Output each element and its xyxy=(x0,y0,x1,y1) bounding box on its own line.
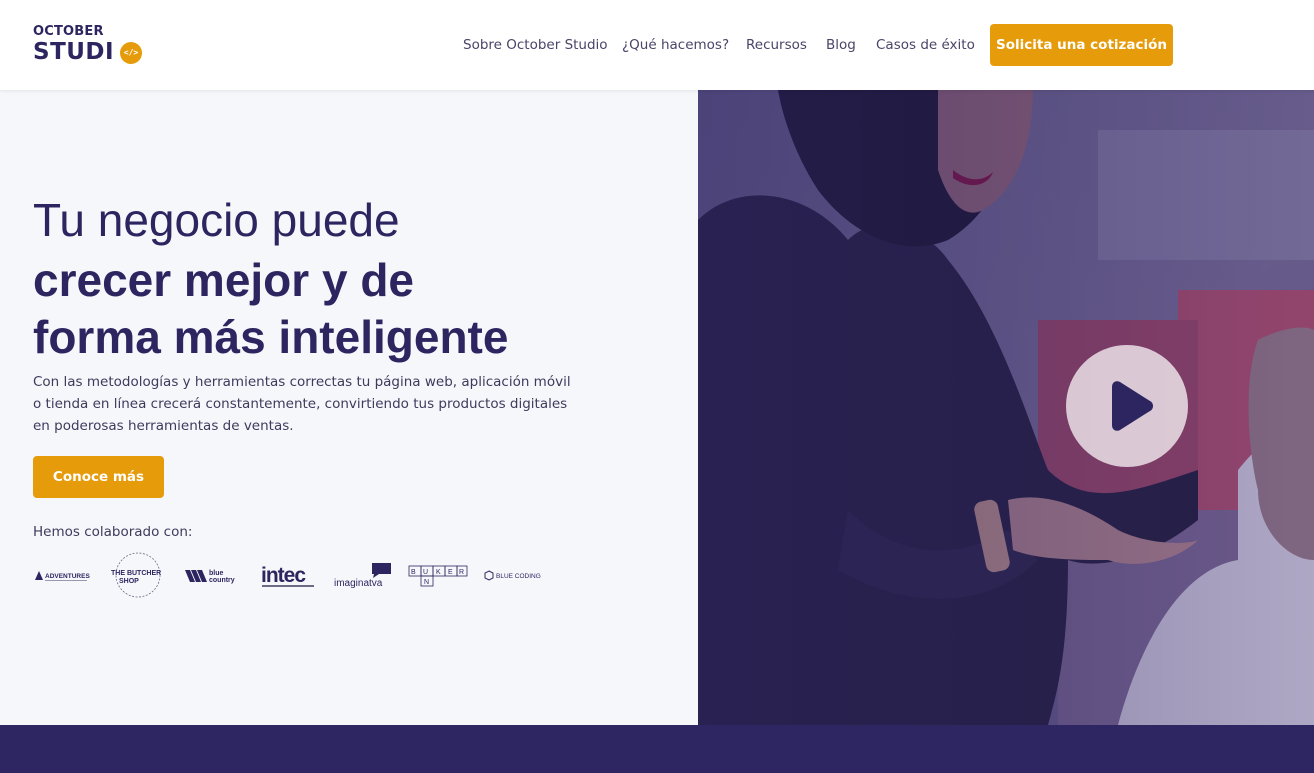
intec-logo: intec xyxy=(261,550,319,600)
partner-name: ADVENTURES xyxy=(45,573,90,580)
svg-text:B: B xyxy=(411,569,416,576)
bunker-logo: BUN KER xyxy=(408,550,468,600)
hero-description: Con las metodologías y herramientas corr… xyxy=(33,374,571,434)
quote-button[interactable]: Solicita una cotización xyxy=(990,24,1173,66)
svg-text:K: K xyxy=(436,569,441,576)
svg-text:N: N xyxy=(424,579,429,586)
next-section-band xyxy=(0,725,1314,773)
play-button[interactable] xyxy=(1066,345,1188,467)
svg-text:SHOP: SHOP xyxy=(119,578,139,585)
play-icon xyxy=(1112,381,1153,431)
partner-name: imaginatva xyxy=(334,578,383,589)
svg-text:blue: blue xyxy=(209,570,223,577)
hero-headline-bold-line-2: forma más inteligente xyxy=(33,311,509,363)
blue-coding-logo: BLUE CODING xyxy=(484,550,544,600)
hero-headline-light: Tu negocio puede xyxy=(33,194,400,246)
svg-text:country: country xyxy=(209,577,235,584)
hero-headline-bold-line-1: crecer mejor y de xyxy=(33,254,415,306)
code-badge-icon: </> xyxy=(120,42,142,64)
october-studio-logo[interactable]: OCTOBER STUDI </> xyxy=(33,24,153,68)
blue-country-logo: blue country xyxy=(185,550,243,600)
nav-item-que-hacemos[interactable]: ¿Qué hacemos? xyxy=(622,35,729,55)
nav-item-recursos[interactable]: Recursos xyxy=(746,35,807,55)
svg-text:R: R xyxy=(459,569,464,576)
partner-name: intec xyxy=(261,564,306,587)
svg-text:THE BUTCHER: THE BUTCHER xyxy=(111,570,161,577)
nav-item-blog[interactable]: Blog xyxy=(826,35,856,55)
partner-name: BLUE CODING xyxy=(496,573,541,580)
learn-more-button[interactable]: Conoce más xyxy=(33,456,164,498)
logo-line-2: STUDI xyxy=(33,39,115,65)
butcher-shop-logo: THE BUTCHER SHOP xyxy=(109,550,167,600)
adventures-logo: ADVENTURES xyxy=(33,550,91,600)
nav-item-sobre[interactable]: Sobre October Studio xyxy=(463,35,608,55)
hero-headline-bold: crecer mejor y de forma más inteligente xyxy=(33,252,613,366)
video-thumbnail-image xyxy=(698,90,1314,725)
site-header: OCTOBER STUDI </> Sobre October Studio ¿… xyxy=(0,0,1314,90)
svg-text:E: E xyxy=(448,569,453,576)
svg-text:U: U xyxy=(423,569,428,576)
nav-item-casos[interactable]: Casos de éxito xyxy=(876,35,975,55)
collaborators-label: Hemos colaborado con: xyxy=(33,524,193,540)
hero-video[interactable] xyxy=(698,90,1314,725)
imaginatva-logo: imaginatva xyxy=(333,550,395,600)
